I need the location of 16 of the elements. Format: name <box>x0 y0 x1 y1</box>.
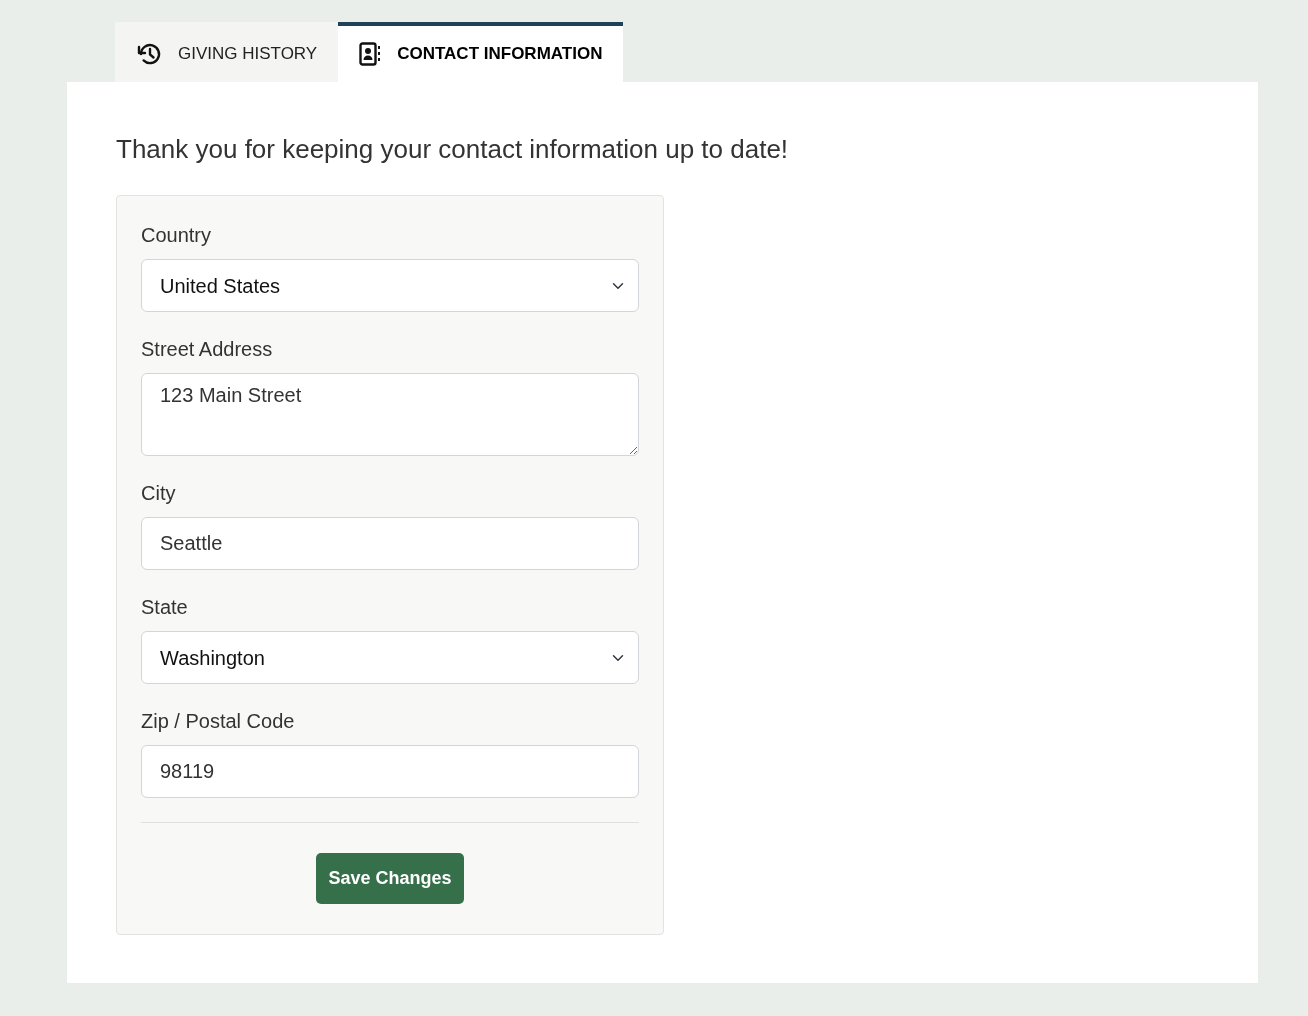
save-button[interactable]: Save Changes <box>316 853 464 905</box>
field-label: Zip / Postal Code <box>141 709 296 735</box>
contact-card-icon <box>359 42 382 66</box>
field-label: State <box>141 595 189 621</box>
dropdown[interactable]: United States <box>141 259 639 313</box>
field-label: City <box>141 481 177 507</box>
tab[interactable]: GIVING HISTORY <box>115 22 339 82</box>
tab[interactable]: CONTACT INFORMATION <box>338 22 624 82</box>
dropdown[interactable]: Washington <box>141 631 639 685</box>
field-label: Street Address <box>141 337 274 363</box>
field-label: Country <box>141 223 213 249</box>
history-icon <box>136 42 162 66</box>
textarea-field[interactable]: 123 Main Street <box>141 373 639 457</box>
page-heading: Thank you for keeping your contact information up to date! <box>116 134 790 166</box>
input-field[interactable]: 98119 <box>141 745 639 799</box>
input-field[interactable]: Seattle <box>141 517 639 571</box>
